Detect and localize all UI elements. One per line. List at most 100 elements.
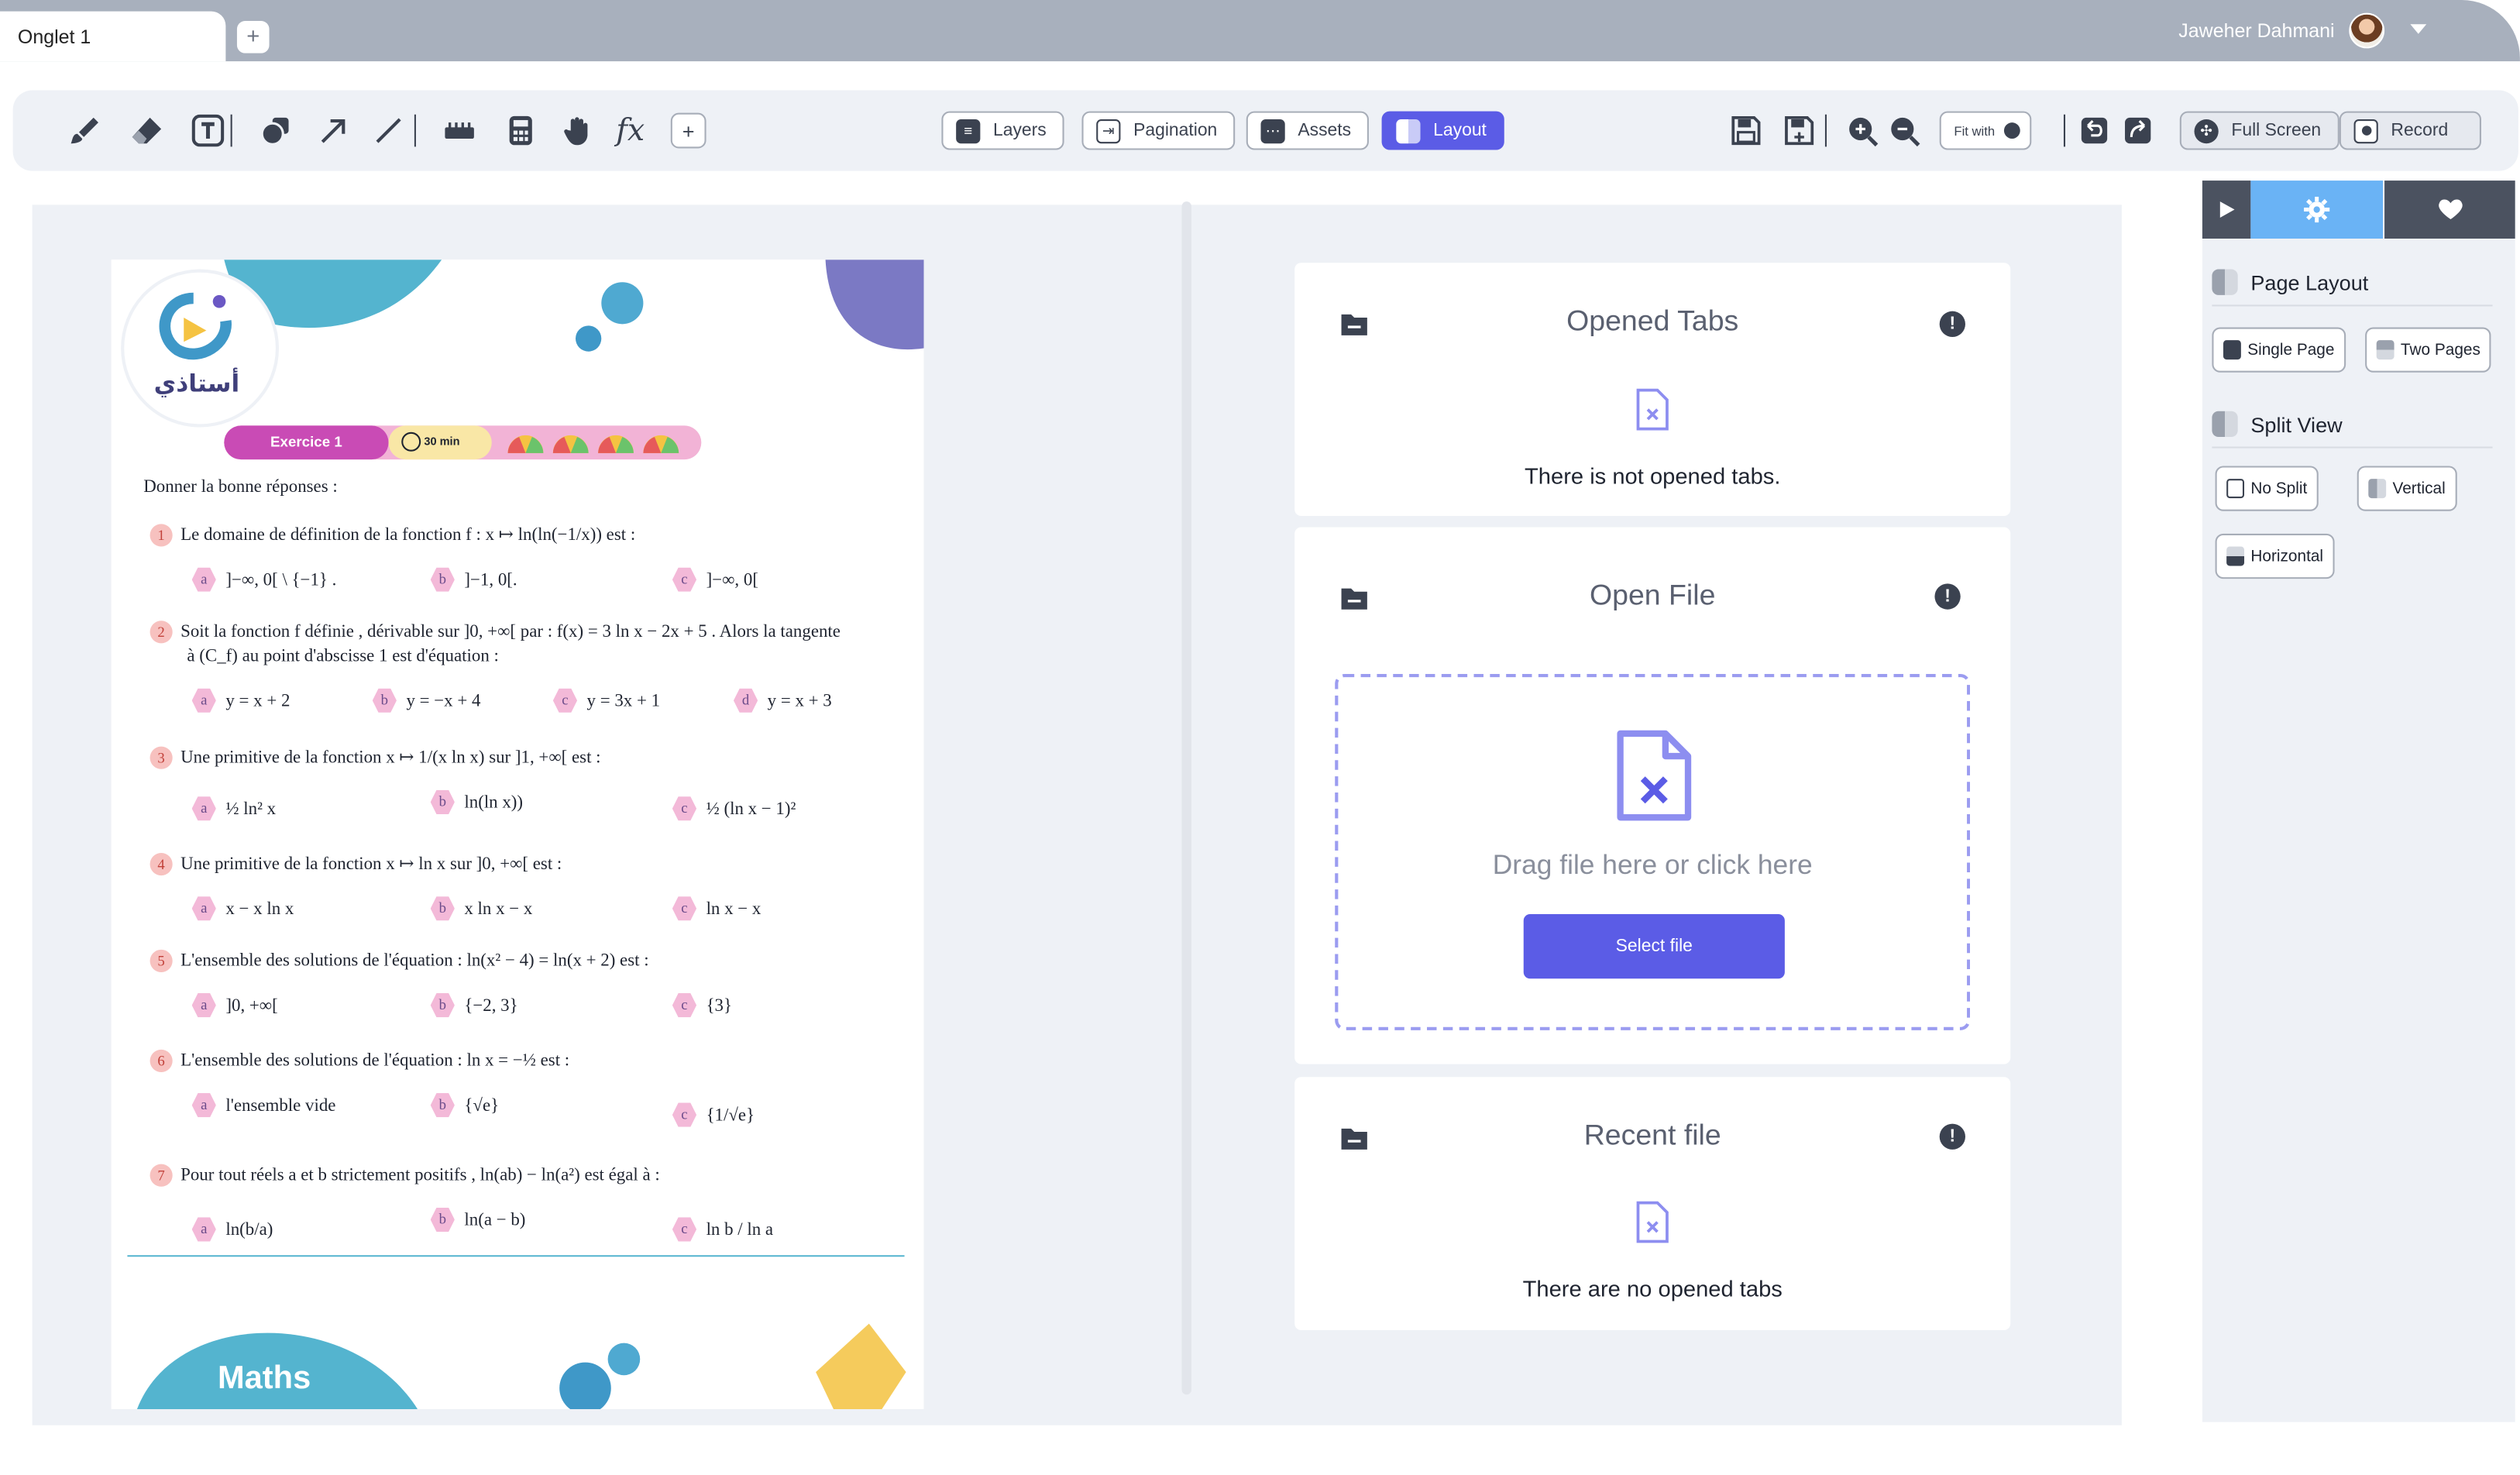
assets-label: Assets [1298,121,1352,141]
zoom-out-icon[interactable] [1883,110,1925,152]
question-3: 3 Une primitive de la fonction x ↦ 1/(x l… [150,746,601,769]
single-page-icon [2223,340,2241,360]
calculator-icon[interactable] [500,110,541,152]
horizontal-split-label: Horizontal [2250,547,2324,566]
section-divider [2212,446,2493,449]
full-screen-button[interactable]: ✣ Full Screen [2179,111,2340,150]
layers-button[interactable]: ≡ Layers [941,111,1064,150]
save-icon[interactable] [1725,110,1767,152]
answer-5b[interactable]: b {−2, 3} [430,993,518,1018]
avatar [2349,12,2385,49]
question-5: 5 L'ensemble des solutions de l'équation … [150,949,649,972]
question-1: 1 Le domaine de définition de la fonction… [150,524,636,547]
assets-icon: ⋯ [1260,118,1285,143]
answer-6c[interactable]: c {1/√e} [672,1102,755,1127]
function-icon[interactable]: fx [610,110,651,152]
add-tab-button[interactable]: + [236,21,270,53]
play-icon [2219,201,2235,218]
ruler-icon[interactable] [438,110,480,152]
answer-3a[interactable]: a½ ln² x [191,796,276,821]
answer-1a[interactable]: a]−∞, 0[ \ {−1} . [191,567,336,592]
file-x-icon [1636,388,1669,431]
redo-icon[interactable] [2117,110,2159,152]
question-2: 2 Soit la fonction f définie , dérivable … [150,621,841,644]
answer-4c[interactable]: c ln x − x [672,896,761,921]
file-dropzone[interactable]: Drag file here or click here Select file [1335,673,1971,1030]
info-icon[interactable]: ! [1939,1123,1965,1150]
answer-3c[interactable]: c½ (ln x − 1)² [672,796,796,821]
no-split-option[interactable]: No Split [2215,466,2319,511]
fit-with-select[interactable]: Fit with [1939,111,2033,150]
open-file-card: Open File ! Drag file here or click here… [1294,527,2011,1064]
add-tool-button[interactable]: + [670,112,706,149]
layout-icon [1396,118,1421,143]
info-icon[interactable]: ! [1939,311,1965,337]
info-icon[interactable]: ! [1934,583,1961,610]
chevron-down-icon[interactable] [2410,24,2427,34]
pagination-button[interactable]: ⇥ Pagination [1081,111,1236,150]
text-tool-icon[interactable] [187,110,229,152]
vertical-split-label: Vertical [2392,480,2446,498]
section-divider [2212,304,2493,307]
answer-5c[interactable]: c {3} [672,993,732,1018]
exercise-intro: Donner la bonne réponses : [143,477,338,497]
answer-6a[interactable]: a l'ensemble vide [191,1093,335,1118]
eraser-icon[interactable] [125,110,167,152]
hand-icon[interactable] [556,110,598,152]
select-file-button[interactable]: Select file [1523,914,1785,979]
vertical-split-icon [2368,479,2387,499]
zoom-in-icon[interactable] [1841,110,1883,152]
answer-1b[interactable]: b]−1, 0[. [430,567,517,592]
layers-icon: ≡ [956,118,981,143]
layout-label: Layout [1433,121,1487,141]
panel-tab-settings[interactable] [2250,181,2384,239]
question-2-line-2: à (C_f) au point d'abscisse 1 est d'équa… [187,646,499,666]
opened-tabs-message: There is not opened tabs. [1525,462,1781,489]
answer-1c[interactable]: c]−∞, 0[ [672,567,758,592]
record-label: Record [2391,121,2449,141]
document-page[interactable]: أستاذي Exercice 1 30 min Donner la bonne… [111,260,924,1409]
answer-4a[interactable]: ax − x ln x [191,896,294,921]
split-view-heading: Split View [2212,411,2343,438]
save-as-icon[interactable] [1779,110,1820,152]
file-x-icon [1617,730,1692,821]
answer-7a[interactable]: a ln(b/a) [191,1217,273,1242]
shapes-icon[interactable] [255,110,297,152]
toolbar-divider [414,114,416,147]
fullscreen-icon: ✣ [2194,118,2219,143]
two-pages-option[interactable]: Two Pages [2365,327,2492,373]
user-menu[interactable]: Jaweher Dahmani [2178,12,2385,49]
answer-7b[interactable]: b ln(a − b) [430,1207,525,1233]
split-divider[interactable] [1181,201,1192,1395]
answer-5a[interactable]: a]0, +∞[ [191,993,278,1018]
exercise-badge: Exercice 1 [224,425,389,460]
pagination-label: Pagination [1133,121,1218,141]
answer-2a[interactable]: ay = x + 2 [191,688,290,713]
layout-button[interactable]: Layout [1381,111,1504,150]
answer-4b[interactable]: bx ln x − x [430,896,532,921]
answer-7c[interactable]: c ln b / ln a [672,1217,773,1242]
panel-tab-play[interactable] [2202,181,2251,239]
right-panel: Page Layout Single Page Two Pages Split … [2202,181,2515,1422]
record-button[interactable]: Record [2339,111,2482,150]
answer-3b[interactable]: b ln(ln x)) [430,789,523,815]
brush-icon[interactable] [64,110,106,152]
recent-file-card: Recent file ! There are no opened tabs [1294,1077,2011,1330]
single-page-option[interactable]: Single Page [2212,327,2346,373]
duration-badge: 30 min [388,425,492,460]
vertical-split-option[interactable]: Vertical [2357,466,2457,511]
tab-strip: Onglet 1 + Jaweher Dahmani [0,0,2520,62]
undo-icon[interactable] [2073,110,2115,152]
layers-label: Layers [993,121,1047,141]
assets-button[interactable]: ⋯ Assets [1246,111,1369,150]
arrow-tool-icon[interactable] [313,110,355,152]
answer-2b[interactable]: by = −x + 4 [372,688,480,713]
answer-6b[interactable]: b {√e} [430,1093,499,1118]
tab-onglet-1[interactable]: Onglet 1 [0,11,226,62]
split-view-label: Split View [2250,411,2343,436]
horizontal-split-option[interactable]: Horizontal [2215,533,2335,579]
panel-tab-favorites[interactable] [2384,181,2515,239]
line-tool-icon[interactable] [368,110,410,152]
answer-2d[interactable]: dy = x + 3 [733,688,832,713]
answer-2c[interactable]: cy = 3x + 1 [552,688,660,713]
